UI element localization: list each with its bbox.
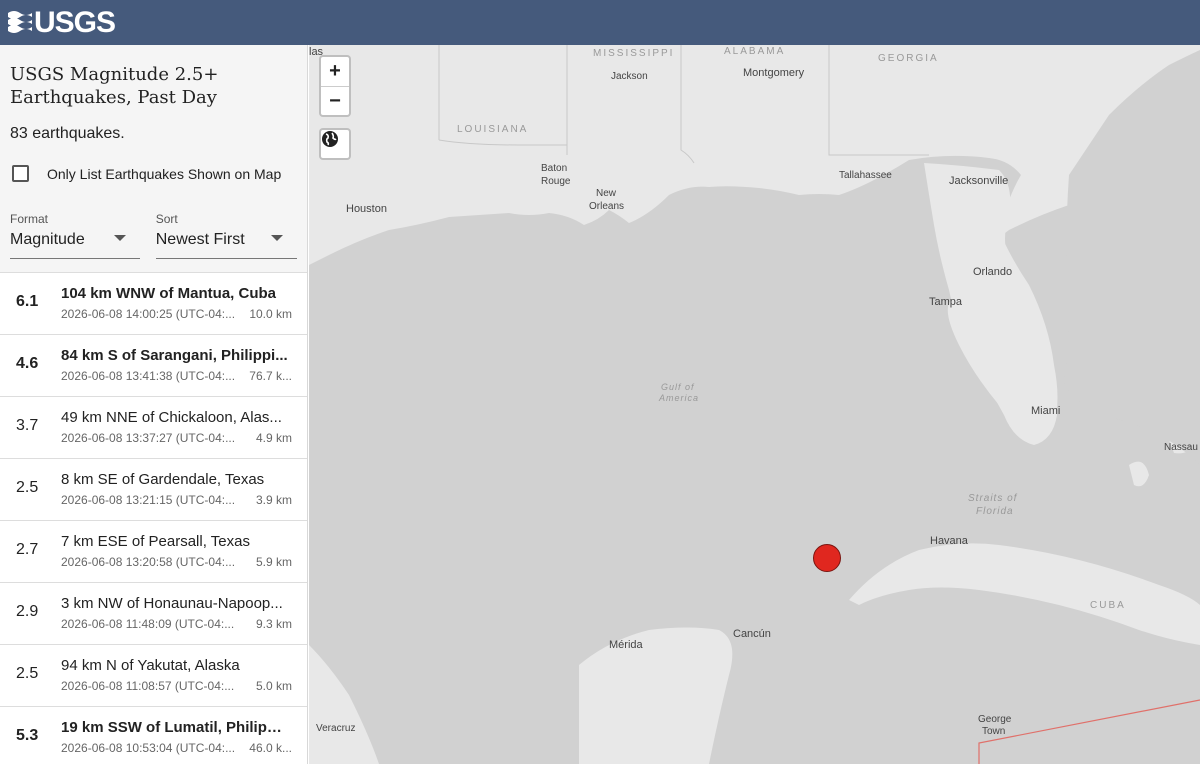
usgs-logo[interactable]: USGS	[6, 5, 116, 40]
map-label-montgomery: Montgomery	[743, 67, 805, 79]
zoom-in-button[interactable]: +	[321, 57, 349, 86]
map-label-jackson: Jackson	[611, 71, 648, 82]
map-label-cuba: CUBA	[1090, 600, 1126, 611]
map-label-george-town: Town	[982, 726, 1006, 737]
quake-magnitude: 2.5	[16, 665, 39, 682]
quake-depth: 9.3 km	[255, 617, 292, 631]
basemap-layers-button[interactable]	[319, 128, 351, 160]
earthquake-list-item[interactable]: 2.5 94 km N of Yakutat, Alaska 2026-06-0…	[0, 645, 307, 707]
quake-magnitude: 3.7	[16, 417, 39, 434]
map-label-george-town: George	[978, 714, 1012, 725]
globe-icon	[322, 131, 338, 147]
earthquake-list-panel: USGS Magnitude 2.5+ Earthquakes, Past Da…	[0, 45, 308, 764]
quake-depth: 3.9 km	[255, 493, 292, 507]
map-filter-label[interactable]: Only List Earthquakes Shown on Map	[47, 166, 281, 182]
map-label-jacksonville: Jacksonville	[949, 175, 1009, 187]
map-label-miami: Miami	[1031, 405, 1061, 417]
map-label-georgia: GEORGIA	[878, 53, 939, 64]
format-select[interactable]: Format Magnitude	[10, 212, 140, 259]
quake-time: 2026-06-08 13:37:27 (UTC-04:...	[61, 431, 236, 445]
quake-place: 7 km ESE of Pearsall, Texas	[61, 533, 250, 550]
map-label-havana: Havana	[930, 535, 968, 547]
map-label-alabama: ALABAMA	[724, 46, 786, 57]
quake-place: 84 km S of Sarangani, Philippi...	[61, 347, 288, 364]
earthquake-list-item[interactable]: 2.7 7 km ESE of Pearsall, Texas 2026-06-…	[0, 521, 307, 583]
map-label-tampa: Tampa	[929, 296, 963, 308]
quake-time: 2026-06-08 10:53:04 (UTC-04:...	[61, 741, 236, 755]
quake-time: 2026-06-08 14:00:25 (UTC-04:...	[61, 307, 236, 321]
earthquake-list-item[interactable]: 2.9 3 km NW of Honaunau-Napoop... 2026-0…	[0, 583, 307, 645]
quake-time: 2026-06-08 13:41:38 (UTC-04:...	[61, 369, 236, 383]
map-label-gulf: America	[659, 393, 700, 403]
map-label-orlando: Orlando	[973, 266, 1013, 278]
earthquake-marker	[813, 544, 841, 572]
map-label-veracruz: Veracruz	[316, 723, 356, 734]
quake-time: 2026-06-08 13:21:15 (UTC-04:...	[61, 493, 236, 507]
map-label-baton-rouge: Rouge	[541, 176, 571, 187]
chevron-down-icon	[271, 235, 283, 241]
zoom-out-button[interactable]: −	[321, 86, 349, 115]
map-label-gulf: Gulf of	[661, 382, 695, 392]
quake-place: 94 km N of Yakutat, Alaska	[61, 657, 240, 674]
quake-depth: 5.0 km	[255, 679, 292, 693]
usgs-logo-text: USGS	[34, 5, 116, 39]
quake-magnitude: 2.5	[16, 479, 39, 496]
earthquake-list-item[interactable]: 3.7 49 km NNE of Chickaloon, Alas... 202…	[0, 397, 307, 459]
usgs-header: USGS	[0, 0, 1200, 45]
cuba-land	[849, 543, 1200, 645]
quake-time: 2026-06-08 11:48:09 (UTC-04:...	[61, 617, 235, 631]
quake-depth: 4.9 km	[255, 431, 292, 445]
quake-place: 49 km NNE of Chickaloon, Alas...	[61, 409, 282, 426]
yucatan-land	[579, 627, 733, 764]
format-select-label: Format	[10, 212, 49, 226]
quake-place: 19 km SSW of Lumatil, Philippi...	[61, 719, 291, 736]
earthquake-list-item[interactable]: 6.1 104 km WNW of Mantua, Cuba 2026-06-0…	[0, 273, 307, 335]
usgs-wave-icon	[8, 10, 32, 33]
map-label-straits: Florida	[976, 506, 1014, 517]
quake-time: 2026-06-08 13:20:58 (UTC-04:...	[61, 555, 236, 569]
zoom-control: + −	[319, 55, 351, 117]
map-label-new-orleans: New	[596, 188, 617, 199]
quake-magnitude: 4.6	[16, 355, 39, 372]
chevron-down-icon	[113, 235, 126, 241]
earthquake-list-item[interactable]: 2.5 8 km SE of Gardendale, Texas 2026-06…	[0, 459, 307, 521]
map-label-merida: Mérida	[609, 639, 643, 651]
quake-magnitude: 2.9	[16, 603, 39, 620]
quake-depth: 46.0 k...	[249, 741, 292, 755]
quake-time: 2026-06-08 11:08:57 (UTC-04:...	[61, 679, 235, 693]
boundary-line	[978, 699, 1200, 764]
map-label-nassau: Nassau	[1164, 442, 1198, 453]
quake-magnitude: 6.1	[16, 293, 39, 310]
map-label-cancun: Cancún	[733, 628, 771, 640]
quake-place: 3 km NW of Honaunau-Napoop...	[61, 595, 283, 612]
bahamas-land	[1129, 461, 1149, 487]
map-label-baton-rouge: Baton	[541, 163, 568, 174]
quake-magnitude: 2.7	[16, 541, 39, 558]
sort-select[interactable]: Sort Newest First	[155, 212, 297, 259]
sort-select-label: Sort	[155, 212, 178, 226]
quake-place: 104 km WNW of Mantua, Cuba	[61, 285, 277, 302]
map-label-mississippi: MISSISSIPPI	[593, 48, 675, 59]
map-label-straits: Straits of	[968, 493, 1018, 504]
earthquake-map[interactable]: las MISSISSIPPI ALABAMA GEORGIA Jackson …	[309, 45, 1200, 764]
earthquake-list-item[interactable]: 4.6 84 km S of Sarangani, Philippi... 20…	[0, 335, 307, 397]
mexico-land	[309, 645, 379, 764]
quake-place: 8 km SE of Gardendale, Texas	[61, 471, 265, 488]
quake-depth: 76.7 k...	[249, 369, 292, 383]
quake-depth: 10.0 km	[249, 307, 292, 321]
quake-magnitude: 5.3	[16, 727, 39, 744]
earthquake-list: 6.1 104 km WNW of Mantua, Cuba 2026-06-0…	[0, 272, 307, 764]
map-label-louisiana: LOUISIANA	[457, 124, 529, 135]
map-label-houston: Houston	[346, 203, 387, 215]
map-label-tallahassee: Tallahassee	[839, 170, 892, 181]
map-filter-checkbox[interactable]	[12, 165, 29, 182]
quake-depth: 5.9 km	[255, 555, 292, 569]
basemap	[309, 45, 1200, 764]
map-filter-row[interactable]: Only List Earthquakes Shown on Map	[10, 165, 297, 182]
map-label-new-orleans: Orleans	[589, 201, 625, 212]
earthquake-list-item[interactable]: 5.3 19 km SSW of Lumatil, Philippi... 20…	[0, 707, 307, 764]
earthquake-count: 83 earthquakes.	[10, 125, 125, 142]
list-title: USGS Magnitude 2.5+ Earthquakes, Past Da…	[10, 64, 219, 108]
